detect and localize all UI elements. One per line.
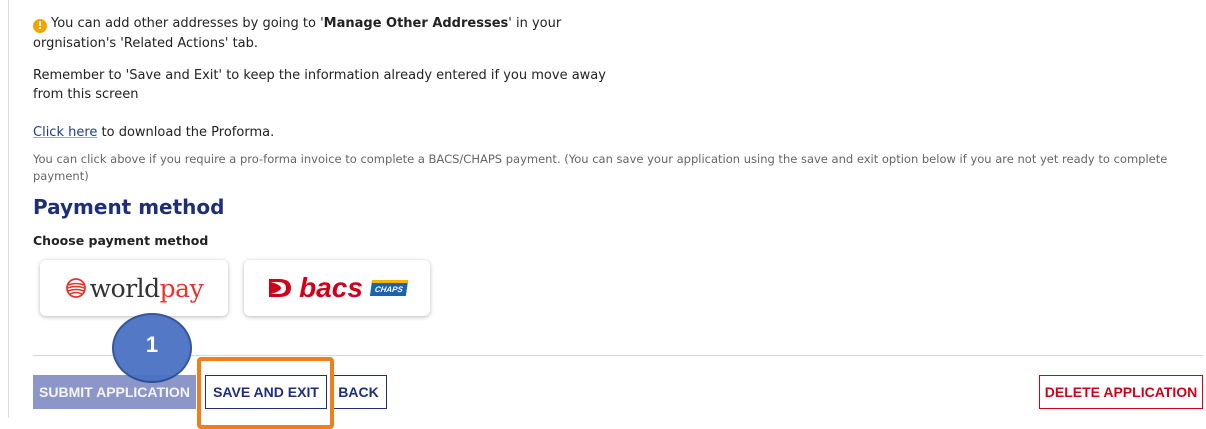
bacs-swoosh-icon xyxy=(269,279,292,297)
worldpay-logo: worldpay xyxy=(89,273,204,303)
worldpay-globe-icon xyxy=(65,278,86,298)
left-border xyxy=(8,0,9,418)
chaps-badge: CHAPS xyxy=(369,280,409,296)
manage-addresses-note: ! You can add other addresses by going to… xyxy=(33,14,561,33)
proforma-download-link[interactable]: Click here xyxy=(33,125,97,140)
proforma-hint: You can click above if you require a pro… xyxy=(33,152,1168,183)
proforma-download-row: Click here to download the Proforma. xyxy=(33,125,275,140)
save-reminder-line1: Remember to 'Save and Exit' to keep the … xyxy=(33,68,606,83)
manage-addresses-note-line2: orgnisation's 'Related Actions' tab. xyxy=(33,36,259,51)
submit-application-button[interactable]: SUBMIT APPLICATION xyxy=(33,375,196,409)
bacs-logo-text: bacs xyxy=(299,272,363,303)
back-button[interactable]: BACK xyxy=(330,375,387,409)
delete-application-button[interactable]: DELETE APPLICATION xyxy=(1039,375,1203,409)
choose-payment-label: Choose payment method xyxy=(33,233,209,248)
payment-method-heading: Payment method xyxy=(33,195,225,219)
exclamation-circle-icon: ! xyxy=(33,19,47,33)
bacs-option[interactable]: bacs CHAPS xyxy=(244,260,430,316)
save-reminder-line2: from this screen xyxy=(33,87,139,102)
save-and-exit-button[interactable]: SAVE AND EXIT xyxy=(205,375,327,409)
worldpay-option[interactable]: worldpay xyxy=(40,260,228,316)
step-marker: 1 xyxy=(112,313,192,383)
manage-other-addresses-emphasis: Manage Other Addresses xyxy=(323,16,509,31)
actions-divider xyxy=(33,355,1203,356)
